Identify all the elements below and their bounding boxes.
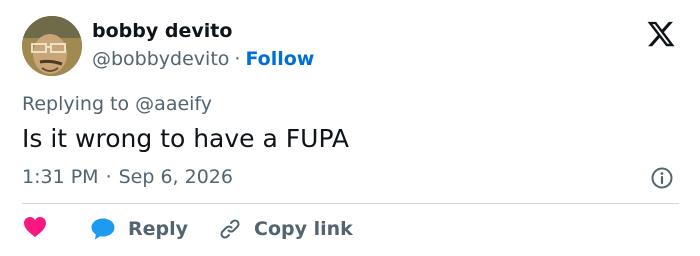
heart-icon xyxy=(23,216,47,242)
reply-label: Reply xyxy=(128,218,189,240)
x-logo-icon[interactable] xyxy=(645,19,677,49)
tweet-date: Sep 6, 2026 xyxy=(118,166,233,188)
copy-link-button[interactable]: Copy link xyxy=(218,217,353,241)
action-bar: Reply Copy link xyxy=(22,216,353,242)
follow-button[interactable]: Follow xyxy=(245,48,314,70)
handle-separator: · xyxy=(234,48,241,70)
speech-bubble-icon xyxy=(90,217,116,241)
like-button[interactable] xyxy=(22,216,48,242)
author-handle-line: @bobbydevito · Follow xyxy=(92,48,314,70)
timestamp-separator: · xyxy=(105,166,112,188)
link-icon xyxy=(218,217,242,241)
info-icon[interactable] xyxy=(650,166,674,190)
tweet-text: Is it wrong to have a FUPA xyxy=(22,124,350,153)
divider xyxy=(22,203,679,204)
reply-context: Replying to @aaeify xyxy=(22,93,212,115)
reply-mention-link[interactable]: @aaeify xyxy=(135,93,212,115)
avatar[interactable] xyxy=(22,16,82,76)
author-handle[interactable]: @bobbydevito xyxy=(92,48,229,70)
tweet-timestamp[interactable]: 1:31 PM · Sep 6, 2026 xyxy=(22,166,233,188)
author-display-name[interactable]: bobby devito xyxy=(92,20,232,42)
tweet-time: 1:31 PM xyxy=(22,166,99,188)
copy-link-label: Copy link xyxy=(254,218,353,240)
reply-button[interactable]: Reply xyxy=(90,217,188,241)
reply-context-prefix: Replying to xyxy=(22,93,130,115)
